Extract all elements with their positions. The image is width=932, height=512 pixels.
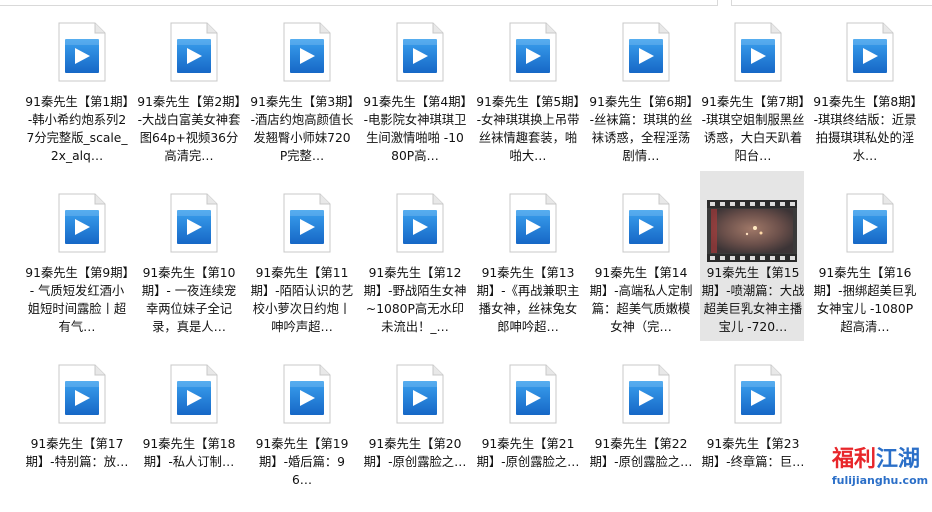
file-icon-area bbox=[250, 1, 354, 93]
media-file-icon bbox=[734, 364, 782, 424]
file-name-label: 91秦先生【第2期】-大战白富美女神套图64p+视频36分高清完… bbox=[137, 95, 241, 163]
file-item[interactable]: 91秦先生【第20期】-原创露脸之… bbox=[362, 342, 466, 512]
file-item[interactable]: 91秦先生【第23期】-终章篇：巨… bbox=[700, 342, 804, 512]
file-name-label: 91秦先生【第7期】-琪琪空姐制服黑丝诱惑，大白天趴着阳台… bbox=[701, 95, 805, 163]
media-file-icon bbox=[58, 22, 106, 82]
file-icon-area bbox=[589, 1, 693, 93]
file-item[interactable]: 91秦先生【第14期】-高端私人定制篇：超美气质嫩模女神（完… bbox=[588, 171, 692, 341]
file-item[interactable]: 91秦先生【第15期】-喷潮篇：大战超美巨乳女神主播宝儿 -720… bbox=[700, 171, 804, 341]
file-name-label: 91秦先生【第3期】-酒店约炮高颜值长发翘臀小师妹720P完整… bbox=[250, 95, 354, 163]
file-icon-area bbox=[250, 172, 354, 264]
media-file-icon bbox=[396, 193, 444, 253]
file-name-label: 91秦先生【第16期】-捆绑超美巨乳女神宝儿 -1080P超高清… bbox=[813, 266, 917, 334]
file-item[interactable]: 91秦先生【第13期】-《再战兼职主播女神，丝袜兔女郎呻吟超… bbox=[475, 171, 579, 341]
file-name-label: 91秦先生【第15期】-喷潮篇：大战超美巨乳女神主播宝儿 -720… bbox=[701, 266, 805, 334]
media-file-icon bbox=[58, 364, 106, 424]
media-file-icon bbox=[283, 364, 331, 424]
file-icon-area bbox=[363, 343, 467, 435]
file-item[interactable]: 91秦先生【第10期】- 一夜连续宠幸两位妹子全记录，真是人… bbox=[136, 171, 240, 341]
file-icon-area bbox=[137, 172, 241, 264]
file-item[interactable]: 91秦先生【第9期】- 气质短发红酒小姐短时间露脸丨超有气… bbox=[24, 171, 129, 341]
media-file-icon bbox=[58, 193, 106, 253]
file-icon-area bbox=[363, 172, 467, 264]
file-icon-area bbox=[701, 172, 805, 264]
file-icon-area bbox=[250, 343, 354, 435]
file-name-label: 91秦先生【第4期】-电影院女神琪琪卫生间激情啪啪 -1080P高… bbox=[363, 95, 467, 163]
file-name-label: 91秦先生【第5期】-女神琪琪换上吊带丝袜情趣套装，啪啪大… bbox=[476, 95, 580, 163]
file-item[interactable]: 91秦先生【第3期】-酒店约炮高颜值长发翘臀小师妹720P完整… bbox=[249, 0, 354, 170]
file-item[interactable]: 91秦先生【第7期】-琪琪空姐制服黑丝诱惑，大白天趴着阳台… bbox=[700, 0, 805, 170]
watermark-logo: 福利江湖 bbox=[832, 446, 924, 474]
file-item[interactable]: 91秦先生【第17期】-特别篇：放… bbox=[24, 342, 128, 512]
file-icon-area bbox=[476, 343, 580, 435]
file-name-label: 91秦先生【第22期】-原创露脸之… bbox=[589, 437, 693, 469]
file-icon-area bbox=[589, 172, 693, 264]
file-name-label: 91秦先生【第18期】-私人订制… bbox=[142, 437, 236, 469]
media-file-icon bbox=[509, 193, 557, 253]
file-name-label: 91秦先生【第20期】-原创露脸之… bbox=[363, 437, 467, 469]
media-file-icon bbox=[170, 364, 218, 424]
media-file-icon bbox=[170, 22, 218, 82]
file-name-label: 91秦先生【第23期】-终章篇：巨… bbox=[701, 437, 805, 469]
file-item[interactable]: 91秦先生【第5期】-女神琪琪换上吊带丝袜情趣套装，啪啪大… bbox=[475, 0, 580, 170]
file-icon-area bbox=[476, 172, 580, 264]
file-name-label: 91秦先生【第19期】-婚后篇：96… bbox=[255, 437, 349, 487]
media-file-icon bbox=[509, 22, 557, 82]
file-name-label: 91秦先生【第9期】- 气质短发红酒小姐短时间露脸丨超有气… bbox=[25, 266, 129, 334]
file-icon-area bbox=[137, 343, 241, 435]
file-name-label: 91秦先生【第21期】-原创露脸之… bbox=[476, 437, 580, 469]
watermark: 福利江湖 fulijianghu.com bbox=[822, 444, 932, 493]
file-item[interactable]: 91秦先生【第22期】-原创露脸之… bbox=[588, 342, 692, 512]
media-file-icon bbox=[622, 22, 670, 82]
file-name-label: 91秦先生【第14期】-高端私人定制篇：超美气质嫩模女神（完… bbox=[589, 266, 693, 334]
media-file-icon bbox=[846, 22, 894, 82]
file-icon-area bbox=[476, 1, 580, 93]
file-icon-area bbox=[137, 1, 241, 93]
media-file-icon bbox=[396, 22, 444, 82]
file-icon-area bbox=[701, 1, 805, 93]
file-item[interactable]: 91秦先生【第11期】-陌陌认识的艺校小萝次日约炮丨呻吟声超… bbox=[249, 171, 353, 341]
media-file-icon bbox=[622, 193, 670, 253]
file-icon-area bbox=[25, 1, 129, 93]
watermark-url: fulijianghu.com bbox=[831, 474, 929, 487]
file-name-label: 91秦先生【第13期】-《再战兼职主播女神，丝袜兔女郎呻吟超… bbox=[476, 266, 580, 334]
watermark-logo-red: 福利 bbox=[832, 447, 877, 472]
media-file-icon bbox=[622, 364, 670, 424]
media-file-icon bbox=[734, 22, 782, 82]
file-item[interactable]: 91秦先生【第4期】-电影院女神琪琪卫生间激情啪啪 -1080P高… bbox=[362, 0, 467, 170]
media-file-icon bbox=[396, 364, 444, 424]
media-file-icon bbox=[283, 193, 331, 253]
file-icon-area bbox=[25, 343, 129, 435]
media-file-icon bbox=[846, 193, 894, 253]
file-item[interactable]: 91秦先生【第21期】-原创露脸之… bbox=[475, 342, 579, 512]
file-name-label: 91秦先生【第12期】-野战陌生女神 ~1080P高无水印未流出！_… bbox=[363, 266, 467, 334]
file-item[interactable]: 91秦先生【第1期】-韩小希约炮系列27分完整版_scale_2x_alq… bbox=[24, 0, 129, 170]
file-item[interactable]: 91秦先生【第8期】-琪琪终结版：近景拍摄琪琪私处的淫水… bbox=[812, 0, 917, 170]
file-grid: 91秦先生【第1期】-韩小希约炮系列27分完整版_scale_2x_alq… 91… bbox=[0, 0, 932, 493]
file-icon-area bbox=[25, 172, 129, 264]
file-name-label: 91秦先生【第17期】-特别篇：放… bbox=[25, 437, 129, 469]
file-item[interactable]: 91秦先生【第18期】-私人订制… bbox=[136, 342, 240, 512]
watermark-logo-blue: 江湖 bbox=[876, 447, 921, 472]
file-icon-area bbox=[363, 1, 467, 93]
video-thumbnail-icon bbox=[707, 200, 797, 262]
file-name-label: 91秦先生【第11期】-陌陌认识的艺校小萝次日约炮丨呻吟声超… bbox=[250, 266, 354, 334]
file-icon-area bbox=[701, 343, 805, 435]
file-name-label: 91秦先生【第6期】-丝袜篇：琪琪的丝袜诱惑，全程淫荡剧情… bbox=[589, 95, 693, 163]
file-item[interactable]: 91秦先生【第19期】-婚后篇：96… bbox=[249, 342, 353, 512]
file-icon-area bbox=[813, 1, 917, 93]
file-item[interactable]: 91秦先生【第16期】-捆绑超美巨乳女神宝儿 -1080P超高清… bbox=[812, 171, 916, 341]
file-name-label: 91秦先生【第10期】- 一夜连续宠幸两位妹子全记录，真是人… bbox=[141, 266, 237, 334]
file-icon-area bbox=[589, 343, 693, 435]
file-name-label: 91秦先生【第8期】-琪琪终结版：近景拍摄琪琪私处的淫水… bbox=[813, 95, 917, 163]
media-file-icon bbox=[170, 193, 218, 253]
file-item[interactable]: 91秦先生【第2期】-大战白富美女神套图64p+视频36分高清完… bbox=[136, 0, 241, 170]
file-name-label: 91秦先生【第1期】-韩小希约炮系列27分完整版_scale_2x_alq… bbox=[25, 95, 129, 163]
file-item[interactable]: 91秦先生【第12期】-野战陌生女神 ~1080P高无水印未流出！_… bbox=[362, 171, 466, 341]
file-icon-area bbox=[813, 172, 917, 264]
media-file-icon bbox=[283, 22, 331, 82]
file-item[interactable]: 91秦先生【第6期】-丝袜篇：琪琪的丝袜诱惑，全程淫荡剧情… bbox=[588, 0, 693, 170]
media-file-icon bbox=[509, 364, 557, 424]
